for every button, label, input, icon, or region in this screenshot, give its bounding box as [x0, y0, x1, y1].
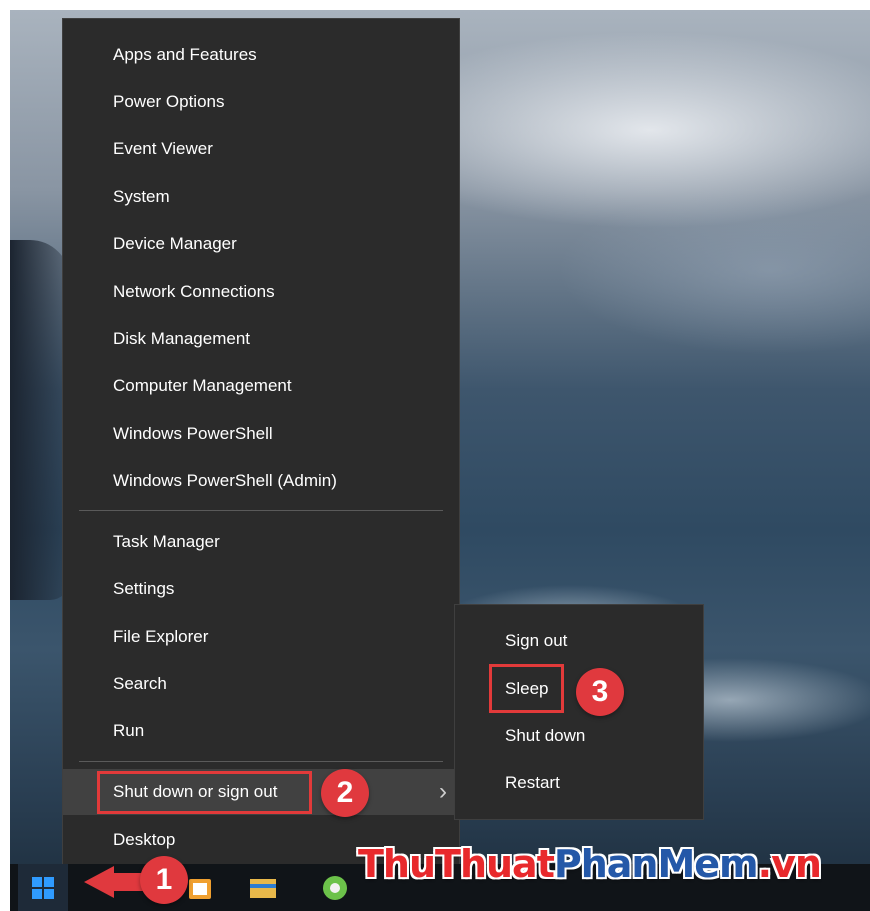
menu-item-label: Windows PowerShell (Admin): [113, 471, 337, 490]
menu-item-system[interactable]: System: [63, 177, 459, 217]
menu-item-label: Task Manager: [113, 532, 220, 551]
pointer-arrow-icon: [84, 866, 114, 898]
menu-item-windows-powershell[interactable]: Windows PowerShell: [63, 414, 459, 454]
menu-item-label: Event Viewer: [113, 139, 213, 158]
menu-item-device-manager[interactable]: Device Manager: [63, 224, 459, 264]
app-icon: [189, 878, 211, 899]
step-badge-3: 3: [576, 668, 624, 716]
menu-item-task-manager[interactable]: Task Manager: [63, 522, 459, 562]
menu-item-label: File Explorer: [113, 627, 209, 646]
menu-item-computer-management[interactable]: Computer Management: [63, 366, 459, 406]
menu-item-event-viewer[interactable]: Event Viewer: [63, 129, 459, 169]
menu-item-disk-management[interactable]: Disk Management: [63, 319, 459, 359]
folder-icon: [250, 878, 276, 898]
menu-item-label: Run: [113, 721, 145, 740]
watermark-logo: ThuThuatPhanMem.vn: [358, 842, 822, 886]
menu-item-label: Computer Management: [113, 376, 292, 395]
highlight-box-sleep: [489, 664, 564, 713]
taskbar-browser-button[interactable]: [310, 864, 360, 911]
menu-item-label: Power Options: [113, 92, 225, 111]
menu-separator: [79, 761, 443, 762]
step-badge-2: 2: [321, 769, 369, 817]
menu-item-label: Settings: [113, 579, 175, 598]
menu-item-label: Device Manager: [113, 234, 237, 253]
menu-item-run[interactable]: Run: [63, 711, 459, 751]
taskbar-file-explorer-button[interactable]: [238, 864, 288, 911]
menu-item-label: Disk Management: [113, 329, 251, 348]
menu-item-windows-powershell-admin[interactable]: Windows PowerShell (Admin): [63, 461, 459, 501]
chevron-right-icon: ›: [439, 778, 447, 805]
watermark-part: ThuThuat: [358, 842, 555, 886]
menu-item-power-options[interactable]: Power Options: [63, 82, 459, 122]
menu-item-label: Windows PowerShell: [113, 424, 273, 443]
start-button[interactable]: [18, 864, 68, 911]
menu-item-label: System: [113, 187, 170, 206]
menu-item-network-connections[interactable]: Network Connections: [63, 272, 459, 312]
watermark-part: PhanMem: [553, 842, 759, 886]
windows-start-icon: [32, 876, 54, 899]
submenu-item-label: Shut down: [505, 726, 586, 745]
menu-item-file-explorer[interactable]: File Explorer: [63, 617, 459, 657]
submenu-item-label: Restart: [505, 773, 560, 792]
submenu-item-label: Sign out: [505, 631, 568, 650]
highlight-box-shut-down: [97, 771, 312, 814]
menu-item-label: Search: [113, 674, 167, 693]
watermark-part: .vn: [757, 842, 822, 886]
step-badge-1: 1: [140, 856, 188, 904]
menu-item-settings[interactable]: Settings: [63, 569, 459, 609]
menu-item-search[interactable]: Search: [63, 664, 459, 704]
submenu-item-sign-out[interactable]: Sign out: [455, 621, 703, 661]
submenu-item-shut-down[interactable]: Shut down: [455, 716, 703, 756]
menu-item-label: Apps and Features: [113, 45, 257, 64]
menu-separator: [79, 510, 443, 511]
menu-item-label: Desktop: [113, 830, 176, 849]
menu-item-apps-and-features[interactable]: Apps and Features: [63, 35, 459, 75]
menu-item-label: Network Connections: [113, 282, 275, 301]
power-user-menu: Apps and Features Power Options Event Vi…: [62, 18, 460, 875]
browser-icon: [323, 875, 347, 900]
submenu-item-restart[interactable]: Restart: [455, 763, 703, 803]
wallpaper-shape: [10, 240, 70, 600]
